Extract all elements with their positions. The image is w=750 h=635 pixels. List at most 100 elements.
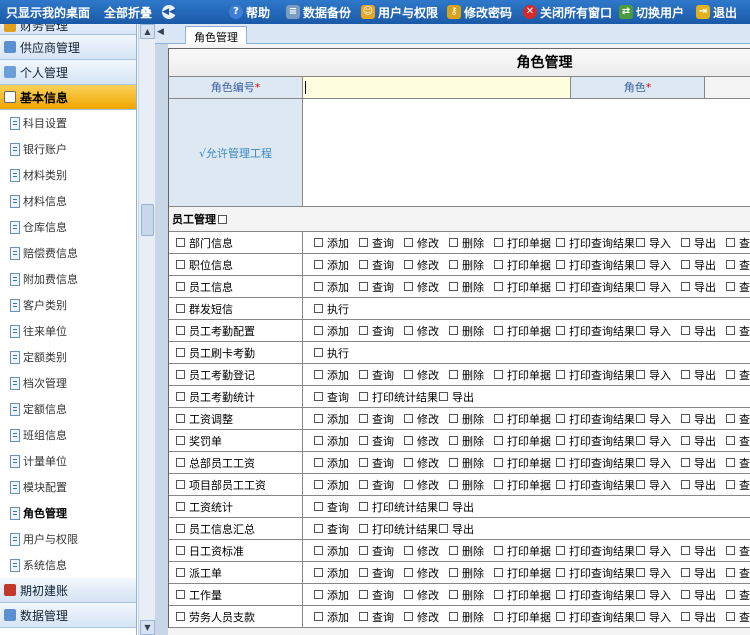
op-checkbox[interactable]: 导出	[681, 587, 726, 603]
sidebar-section-opening[interactable]: 期初建账	[0, 578, 136, 603]
op-checkbox-box[interactable]	[636, 282, 645, 291]
op-checkbox[interactable]: 打印单据	[494, 367, 556, 383]
op-checkbox-box[interactable]	[359, 590, 368, 599]
op-checkbox-box[interactable]	[439, 502, 448, 511]
tab-role-management[interactable]: 角色管理	[185, 26, 247, 44]
op-checkbox-box[interactable]	[681, 546, 690, 555]
row-checkbox[interactable]	[176, 436, 185, 445]
scroll-down-icon[interactable]: ▼	[140, 620, 155, 635]
op-checkbox-box[interactable]	[314, 436, 323, 445]
op-checkbox[interactable]: 打印单据	[494, 609, 556, 625]
op-checkbox[interactable]: 删除	[449, 565, 494, 581]
op-checkbox[interactable]: 删除	[449, 257, 494, 273]
op-checkbox[interactable]: 添加	[314, 279, 359, 295]
op-checkbox[interactable]: 查询	[359, 477, 404, 493]
sidebar-item[interactable]: 仓库信息	[0, 214, 136, 240]
op-checkbox[interactable]: 添加	[314, 543, 359, 559]
op-checkbox-box[interactable]	[556, 546, 565, 555]
permission-name[interactable]: 工资统计	[169, 496, 303, 517]
op-checkbox-box[interactable]	[726, 436, 735, 445]
op-checkbox[interactable]: 导出	[681, 609, 726, 625]
row-checkbox[interactable]	[176, 524, 185, 533]
op-checkbox[interactable]: 导出	[681, 257, 726, 273]
op-checkbox-box[interactable]	[494, 370, 503, 379]
op-checkbox[interactable]: 修改	[404, 477, 449, 493]
op-checkbox[interactable]: 查询	[359, 279, 404, 295]
op-checkbox[interactable]: 查	[726, 433, 750, 449]
op-checkbox-box[interactable]	[449, 590, 458, 599]
op-checkbox-box[interactable]	[726, 590, 735, 599]
op-checkbox-box[interactable]	[449, 282, 458, 291]
sidebar-item[interactable]: 模块配置	[0, 474, 136, 500]
sidebar-item[interactable]: 用户与权限	[0, 526, 136, 552]
op-checkbox[interactable]: 打印单据	[494, 455, 556, 471]
op-checkbox[interactable]: 导入	[636, 257, 681, 273]
op-checkbox[interactable]: 删除	[449, 433, 494, 449]
op-checkbox[interactable]: 打印单据	[494, 323, 556, 339]
op-checkbox-box[interactable]	[494, 590, 503, 599]
op-checkbox-box[interactable]	[404, 436, 413, 445]
group-checkbox[interactable]	[218, 214, 227, 224]
op-checkbox[interactable]: 打印单据	[494, 477, 556, 493]
op-checkbox[interactable]: 查询	[359, 257, 404, 273]
op-checkbox[interactable]: 添加	[314, 477, 359, 493]
op-checkbox-box[interactable]	[404, 260, 413, 269]
op-checkbox[interactable]: 添加	[314, 323, 359, 339]
op-checkbox[interactable]: 导入	[636, 367, 681, 383]
close-all-windows-button[interactable]: ✕ 关闭所有窗口	[523, 0, 612, 24]
help-button[interactable]: ? 帮助	[229, 0, 270, 24]
op-checkbox[interactable]: 查	[726, 587, 750, 603]
op-checkbox-box[interactable]	[359, 502, 368, 511]
op-checkbox[interactable]: 添加	[314, 367, 359, 383]
op-checkbox-box[interactable]	[314, 260, 323, 269]
op-checkbox[interactable]: 执行	[314, 345, 359, 361]
op-checkbox-box[interactable]	[449, 238, 458, 247]
op-checkbox[interactable]: 修改	[404, 323, 449, 339]
op-checkbox[interactable]: 导入	[636, 433, 681, 449]
op-checkbox-box[interactable]	[449, 458, 458, 467]
op-checkbox[interactable]: 导入	[636, 411, 681, 427]
row-checkbox[interactable]	[176, 502, 185, 511]
op-checkbox[interactable]: 导出	[681, 543, 726, 559]
sidebar-item[interactable]: 系统信息	[0, 552, 136, 578]
op-checkbox[interactable]: 导出	[681, 279, 726, 295]
op-checkbox-box[interactable]	[556, 370, 565, 379]
permission-name[interactable]: 项目部员工工资	[169, 474, 303, 495]
op-checkbox-box[interactable]	[726, 282, 735, 291]
op-checkbox[interactable]: 查	[726, 323, 750, 339]
op-checkbox[interactable]: 打印查询结果	[556, 279, 636, 295]
op-checkbox[interactable]: 修改	[404, 543, 449, 559]
backup-button[interactable]: ≡ 数据备份	[286, 0, 351, 24]
op-checkbox[interactable]: 打印查询结果	[556, 587, 636, 603]
op-checkbox[interactable]: 打印查询结果	[556, 257, 636, 273]
permission-name[interactable]: 派工单	[169, 562, 303, 583]
op-checkbox-box[interactable]	[681, 590, 690, 599]
op-checkbox[interactable]: 导出	[439, 389, 484, 405]
op-checkbox[interactable]: 修改	[404, 279, 449, 295]
op-checkbox[interactable]: 导入	[636, 477, 681, 493]
op-checkbox-box[interactable]	[404, 546, 413, 555]
op-checkbox-box[interactable]	[636, 612, 645, 621]
op-checkbox-box[interactable]	[494, 436, 503, 445]
op-checkbox-box[interactable]	[314, 612, 323, 621]
op-checkbox-box[interactable]	[681, 326, 690, 335]
op-checkbox-box[interactable]	[726, 414, 735, 423]
op-checkbox[interactable]: 打印查询结果	[556, 411, 636, 427]
op-checkbox-box[interactable]	[494, 414, 503, 423]
role-input[interactable]	[705, 77, 750, 98]
op-checkbox-box[interactable]	[556, 458, 565, 467]
op-checkbox[interactable]: 删除	[449, 477, 494, 493]
op-checkbox[interactable]: 打印查询结果	[556, 235, 636, 251]
row-checkbox[interactable]	[176, 458, 185, 467]
collapse-sidebar-icon[interactable]: ◀◀	[162, 5, 177, 19]
op-checkbox-box[interactable]	[439, 524, 448, 533]
sidebar-section-supplier[interactable]: 供应商管理	[0, 35, 136, 60]
permission-name[interactable]: 员工信息汇总	[169, 518, 303, 539]
op-checkbox[interactable]: 查	[726, 367, 750, 383]
op-checkbox[interactable]: 删除	[449, 235, 494, 251]
sidebar-item[interactable]: 附加费信息	[0, 266, 136, 292]
op-checkbox-box[interactable]	[726, 260, 735, 269]
sidebar-item[interactable]: 班组信息	[0, 422, 136, 448]
op-checkbox-box[interactable]	[439, 392, 448, 401]
op-checkbox-box[interactable]	[404, 238, 413, 247]
